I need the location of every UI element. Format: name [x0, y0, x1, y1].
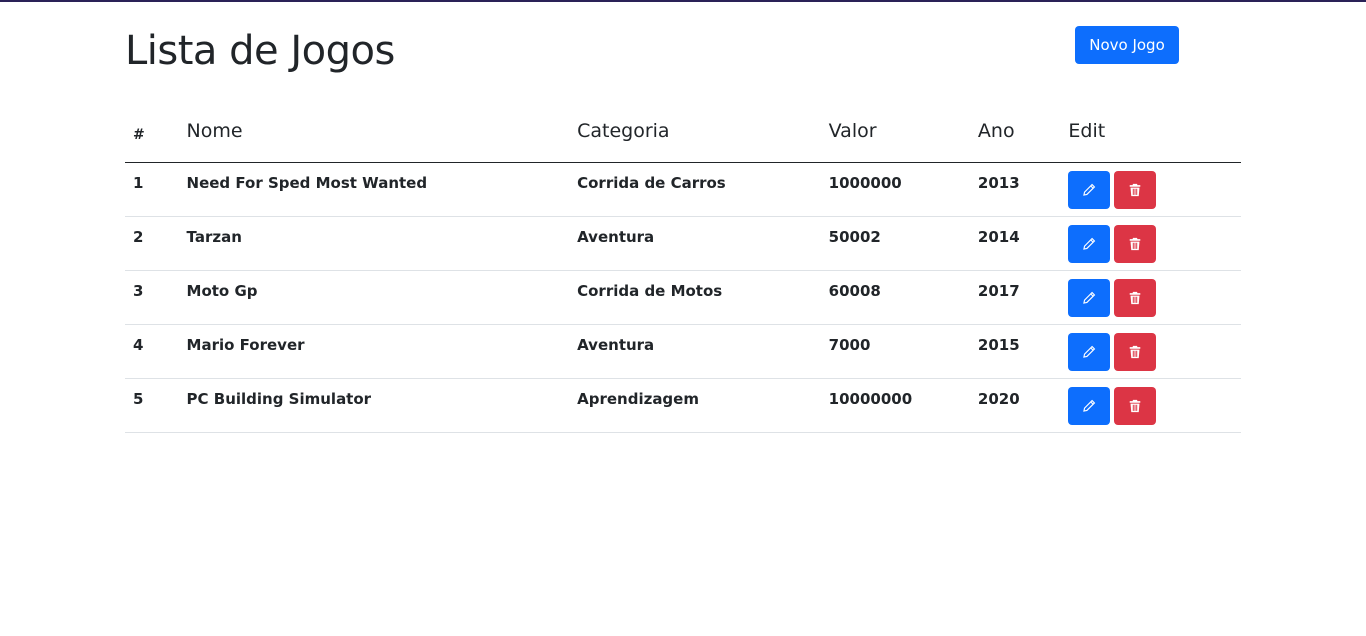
- delete-button[interactable]: [1114, 279, 1157, 317]
- header-categoria: Categoria: [577, 100, 829, 163]
- cell-ano: 2015: [977, 324, 1069, 379]
- cell-ano: 2017: [977, 270, 1069, 325]
- table-header: # Nome Categoria Valor Ano Edit: [125, 100, 1241, 163]
- cell-num: 5: [125, 378, 187, 433]
- cell-nome: Need For Sped Most Wanted: [186, 162, 578, 217]
- cell-valor: 1000000: [828, 162, 978, 217]
- cell-actions: [1068, 378, 1241, 433]
- cell-nome: PC Building Simulator: [186, 378, 578, 433]
- delete-button[interactable]: [1114, 333, 1157, 371]
- header-valor: Valor: [828, 100, 978, 163]
- delete-button[interactable]: [1114, 171, 1157, 209]
- header-ano: Ano: [977, 100, 1069, 163]
- cell-ano: 2014: [977, 216, 1069, 271]
- cell-valor: 60008: [828, 270, 978, 325]
- table-row: 3 Moto Gp Corrida de Motos 60008 2017: [125, 270, 1241, 325]
- new-game-button[interactable]: Novo Jogo: [1075, 26, 1179, 64]
- cell-valor: 50002: [828, 216, 978, 271]
- cell-valor: 10000000: [828, 378, 978, 433]
- delete-button[interactable]: [1114, 225, 1157, 263]
- cell-ano: 2020: [977, 378, 1069, 433]
- top-border: [0, 0, 1366, 2]
- header-edit: Edit: [1068, 100, 1241, 163]
- cell-nome: Moto Gp: [186, 270, 578, 325]
- cell-actions: [1068, 216, 1241, 271]
- cell-categoria: Aprendizagem: [577, 378, 829, 433]
- table-row: 2 Tarzan Aventura 50002 2014: [125, 216, 1241, 271]
- cell-categoria: Aventura: [577, 216, 829, 271]
- cell-num: 1: [125, 162, 187, 217]
- cell-num: 3: [125, 270, 187, 325]
- table-row: 4 Mario Forever Aventura 7000 2015: [125, 324, 1241, 379]
- cell-categoria: Aventura: [577, 324, 829, 379]
- cell-actions: [1068, 162, 1241, 217]
- page-title: Lista de Jogos: [125, 28, 395, 74]
- header-row: # Nome Categoria Valor Ano Edit: [125, 100, 1241, 163]
- cell-nome: Tarzan: [186, 216, 578, 271]
- cell-categoria: Corrida de Motos: [577, 270, 829, 325]
- edit-button[interactable]: [1068, 333, 1111, 371]
- cell-num: 4: [125, 324, 187, 379]
- edit-button[interactable]: [1068, 387, 1111, 425]
- cell-categoria: Corrida de Carros: [577, 162, 829, 217]
- cell-num: 2: [125, 216, 187, 271]
- cell-valor: 7000: [828, 324, 978, 379]
- header-nome: Nome: [186, 100, 578, 163]
- edit-button[interactable]: [1068, 279, 1111, 317]
- header-num: #: [125, 100, 187, 163]
- edit-button[interactable]: [1068, 171, 1111, 209]
- delete-button[interactable]: [1114, 387, 1157, 425]
- cell-ano: 2013: [977, 162, 1069, 217]
- cell-actions: [1068, 324, 1241, 379]
- table-row: 1 Need For Sped Most Wanted Corrida de Car…: [125, 162, 1241, 217]
- games-table: # Nome Categoria Valor Ano Edit 1 Need Fo…: [125, 100, 1241, 433]
- table-row: 5 PC Building Simulator Aprendizagem 100000…: [125, 378, 1241, 433]
- edit-button[interactable]: [1068, 225, 1111, 263]
- table-body: 1 Need For Sped Most Wanted Corrida de Car…: [125, 162, 1241, 433]
- cell-nome: Mario Forever: [186, 324, 578, 379]
- cell-actions: [1068, 270, 1241, 325]
